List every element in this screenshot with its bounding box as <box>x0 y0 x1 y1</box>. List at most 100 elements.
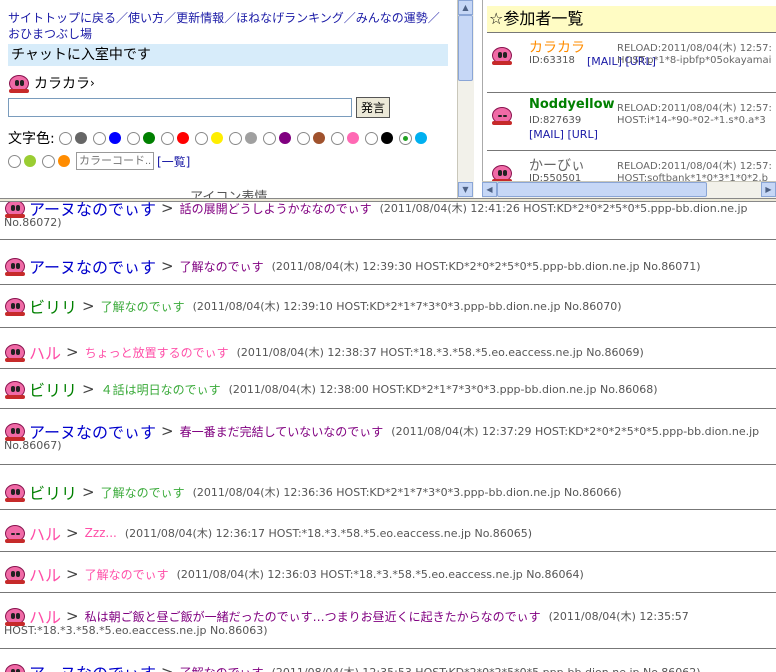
speaker-avatar-icon <box>4 662 26 672</box>
message-meta-continued: No.86072) <box>4 216 62 229</box>
color-swatch-icon <box>74 132 87 144</box>
participant-name: かーびぃ <box>529 158 585 174</box>
speaker-avatar-icon <box>4 606 26 626</box>
message-text: 了解なのでぃす <box>180 664 264 672</box>
color-swatch-icon <box>24 155 36 167</box>
color-swatch-icon <box>414 132 427 144</box>
scroll-thumb[interactable] <box>458 15 473 81</box>
message-meta: (2011/08/04(木) 12:39:10 HOST:KD*2*1*7*3*… <box>192 300 622 313</box>
chat-input-frame: サイトトップに戻る／使い方／更新情報／ほねなげランキング／みんなの運勢／ おひまつ… <box>0 0 474 198</box>
color-swatch-icon <box>58 155 70 167</box>
scroll-left-icon[interactable]: ◀ <box>482 182 497 197</box>
speaker-name: アーヌなのでぃす <box>29 660 156 672</box>
scroll-up-icon[interactable]: ▲ <box>458 0 473 15</box>
message-divider <box>0 464 776 465</box>
color-radio[interactable] <box>42 154 55 168</box>
color-radio[interactable] <box>364 131 378 145</box>
message-row: 発言 <box>8 96 448 118</box>
scroll-thumb[interactable] <box>497 182 707 197</box>
message-meta: (2011/08/04(木) 12:35:57 <box>548 610 689 623</box>
user-name: カラカラ <box>34 76 90 92</box>
color-radio[interactable] <box>228 131 242 145</box>
color-radio[interactable] <box>160 131 174 145</box>
message-divider <box>0 592 776 593</box>
participant-avatar-icon <box>491 105 513 125</box>
speaker-name: ハル <box>29 344 62 363</box>
speaker-avatar-icon <box>4 523 26 543</box>
participant-host: HOST:p*1*8-ipbfp*05okayamai <box>617 55 772 66</box>
speaker-name: ビリリ <box>29 298 78 317</box>
nav-link-fortune[interactable]: みんなの運勢 <box>356 11 428 25</box>
participant-id: ID:63318 <box>529 55 575 66</box>
color-swatch-icon <box>380 132 393 144</box>
message-text: ４話は明日なのでぃす <box>100 382 221 397</box>
message-text: 了解なのでぃす <box>100 485 185 500</box>
color-label: 文字色: <box>8 131 55 147</box>
participant-reload: RELOAD:2011/08/04(木) 12:57: <box>617 43 772 54</box>
message-text: 話の展開どうしようかななのでぃす <box>179 202 372 216</box>
color-radio-selected[interactable] <box>398 131 412 145</box>
speaker-avatar-icon <box>4 421 26 441</box>
color-radio[interactable] <box>58 131 72 145</box>
message-text: ちょっと放置するのでぃす <box>84 345 229 360</box>
message-divider <box>0 551 776 552</box>
color-code-input[interactable] <box>76 152 154 170</box>
nav-link-howto[interactable]: 使い方 <box>128 11 164 25</box>
message-meta: (2011/08/04(木) 12:38:37 HOST:*18.*3.*58.… <box>236 346 644 359</box>
color-radio[interactable] <box>126 131 140 145</box>
color-radio[interactable] <box>8 154 21 168</box>
message-divider <box>0 327 776 328</box>
scroll-right-icon[interactable]: ▶ <box>761 182 776 197</box>
participant-id: ID:827639 <box>529 115 582 126</box>
participant-name: Noddyellow <box>529 97 615 112</box>
message-meta-continued: HOST:*18.*3.*58.*5.eo.eaccess.ne.jp No.8… <box>4 624 268 637</box>
color-swatch-icon <box>210 132 223 144</box>
participant-item: カラカラ ID:63318 [MAIL] [URL] RELOAD:2011/0… <box>487 32 776 87</box>
speaker-name: ハル <box>29 525 62 544</box>
participants-hscrollbar[interactable]: ◀ ▶ <box>482 181 776 198</box>
message-meta: (2011/08/04(木) 12:38:00 HOST:KD*2*1*7*3*… <box>228 383 658 396</box>
color-radio[interactable] <box>194 131 208 145</box>
nav-link-ranking[interactable]: ほねなげランキング <box>236 11 344 25</box>
speaker-separator: > <box>161 663 174 672</box>
user-name-suffix: › <box>90 76 95 90</box>
speaker-separator: > <box>66 565 79 583</box>
message-divider <box>0 408 776 409</box>
scroll-down-icon[interactable]: ▼ <box>458 182 473 197</box>
participant-avatar-icon <box>491 163 513 183</box>
nav-link-top[interactable]: サイトトップに戻る <box>8 11 116 25</box>
speaker-separator: > <box>66 607 79 625</box>
speaker-separator: > <box>82 483 95 501</box>
speaker-name: ハル <box>29 566 62 585</box>
color-list-link[interactable]: [一覧] <box>157 153 190 170</box>
color-swatch-icon <box>176 132 189 144</box>
speaker-name: アーヌなのでぃす <box>29 258 157 277</box>
message-text: 私は朝ご飯と昼ご飯が一緒だったのでぃす…つまりお昼近くに起きたからなのでぃす <box>84 609 541 624</box>
color-radio[interactable] <box>92 131 106 145</box>
message-text: 了解なのでぃす <box>179 259 264 274</box>
message-meta: (2011/08/04(木) 12:41:26 HOST:KD*2*0*2*5*… <box>379 202 748 215</box>
nav-link-games[interactable]: おひまつぶし場 <box>8 27 92 41</box>
speaker-separator: > <box>161 202 174 217</box>
participants-frame: ☆参加者一覧 カラカラ ID:63318 [MAIL] [URL] RELOAD… <box>482 0 776 198</box>
color-swatch-icon <box>312 132 325 144</box>
color-radio[interactable] <box>330 131 344 145</box>
say-button[interactable]: 発言 <box>356 96 391 118</box>
message-text: 了解なのでぃす <box>100 299 185 314</box>
message-input[interactable] <box>8 97 352 117</box>
site-nav: サイトトップに戻る／使い方／更新情報／ほねなげランキング／みんなの運勢／ おひまつ… <box>8 11 440 41</box>
message-meta: (2011/08/04(木) 12:36:03 HOST:*18.*3.*58.… <box>176 568 584 581</box>
color-radio[interactable] <box>262 131 276 145</box>
color-swatch-icon <box>278 132 291 144</box>
speaker-separator: > <box>66 524 79 542</box>
speaker-separator: > <box>161 422 174 440</box>
participant-links[interactable]: [MAIL] [URL] <box>529 128 598 141</box>
current-user: カラカラ › <box>8 72 448 94</box>
nav-link-updates[interactable]: 更新情報 <box>176 11 224 25</box>
speaker-avatar-icon <box>4 379 26 399</box>
color-radio[interactable] <box>296 131 310 145</box>
participant-name: カラカラ <box>529 40 585 56</box>
left-frame-scrollbar[interactable]: ▲ ▼ <box>457 0 474 198</box>
color-swatch-icon <box>142 132 155 144</box>
message-text: Zzz... <box>84 526 117 540</box>
